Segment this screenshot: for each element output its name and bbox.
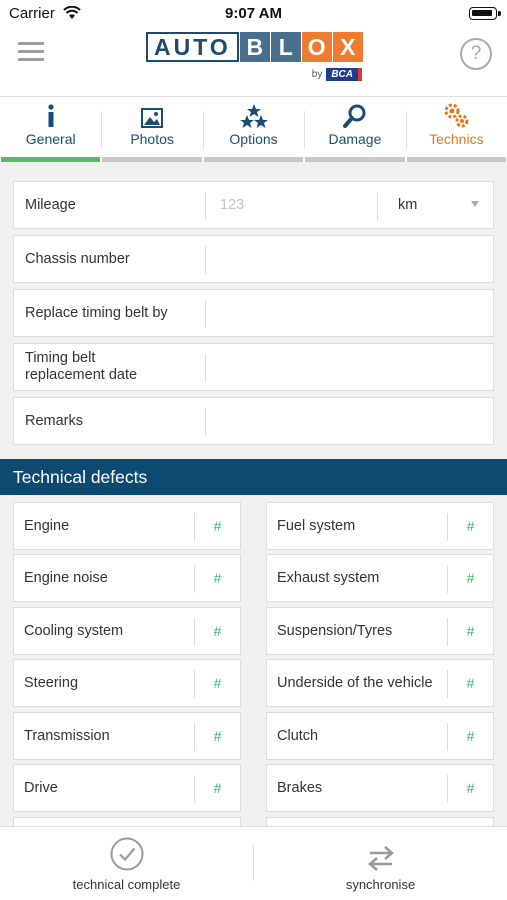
hash-icon: # bbox=[466, 570, 475, 586]
logo-letter: X bbox=[332, 32, 363, 62]
defect-label: Fuel system bbox=[277, 518, 356, 534]
defect-item-partial[interactable] bbox=[266, 817, 494, 826]
logo-word: AUTO bbox=[146, 32, 239, 62]
defect-item-partial[interactable] bbox=[13, 817, 241, 826]
logo-by-text: by bbox=[311, 69, 323, 80]
logo-letter: L bbox=[270, 32, 301, 62]
tab-damage[interactable]: Damage bbox=[304, 97, 405, 162]
help-icon[interactable]: ? bbox=[460, 38, 492, 70]
defect-label: Exhaust system bbox=[277, 570, 380, 586]
defect-item[interactable]: Brakes # bbox=[266, 764, 494, 812]
hash-icon: # bbox=[213, 675, 222, 691]
hash-icon: # bbox=[213, 623, 222, 639]
defect-label: Brakes bbox=[277, 780, 323, 796]
defect-label: Suspension/Tyres bbox=[277, 623, 393, 639]
app-header: AUTO B L O X by BCA ? bbox=[0, 30, 507, 96]
defect-item[interactable]: Clutch # bbox=[266, 712, 494, 760]
magnifier-icon bbox=[342, 104, 366, 128]
hash-icon: # bbox=[466, 675, 475, 691]
defect-item[interactable]: Cooling system # bbox=[13, 607, 241, 655]
tab-label: Damage bbox=[328, 131, 382, 147]
synchronise-label: synchronise bbox=[345, 877, 416, 892]
defect-item[interactable]: Transmission # bbox=[13, 712, 241, 760]
timing-belt-row: Replace timing belt by bbox=[13, 289, 494, 337]
battery-icon bbox=[469, 7, 501, 20]
hash-icon: # bbox=[466, 623, 475, 639]
logo-letter: O bbox=[301, 32, 332, 62]
tab-bar: General Photos Options Damage Technics bbox=[0, 96, 507, 162]
unit-select[interactable]: km bbox=[378, 182, 493, 228]
tab-label: Photos bbox=[130, 131, 174, 147]
chevron-down-icon bbox=[471, 201, 479, 207]
remarks-row: Remarks bbox=[13, 397, 494, 445]
timing-belt-input[interactable] bbox=[220, 290, 370, 336]
technics-form: Mileage 123 km Chassis number Replace ti… bbox=[0, 162, 507, 826]
bca-brand-badge: BCA bbox=[326, 68, 362, 81]
logo-letter: B bbox=[239, 32, 270, 62]
gears-icon bbox=[444, 103, 469, 128]
bottom-action-bar: technical complete synchronise bbox=[0, 826, 507, 900]
defect-item[interactable]: Fuel system # bbox=[266, 502, 494, 550]
defect-item[interactable]: Underside of the vehicle # bbox=[266, 659, 494, 707]
mileage-row: Mileage 123 km bbox=[13, 181, 494, 229]
hash-icon: # bbox=[466, 728, 475, 744]
hash-icon: # bbox=[213, 518, 222, 534]
remarks-input[interactable] bbox=[220, 398, 370, 444]
defect-item[interactable]: Engine noise # bbox=[13, 554, 241, 602]
unit-value: km bbox=[398, 197, 418, 213]
tab-general[interactable]: General bbox=[0, 97, 101, 162]
status-bar: Carrier 9:07 AM bbox=[0, 0, 507, 30]
tab-options[interactable]: Options bbox=[202, 97, 304, 162]
defect-item[interactable]: Engine # bbox=[13, 502, 241, 550]
tab-label: General bbox=[25, 131, 76, 147]
chassis-row: Chassis number bbox=[13, 235, 494, 283]
defect-label: Engine bbox=[24, 518, 70, 534]
defect-label: Transmission bbox=[24, 728, 110, 744]
defect-label: Cooling system bbox=[24, 623, 124, 639]
chassis-label: Chassis number bbox=[25, 250, 130, 267]
hash-icon: # bbox=[466, 780, 475, 796]
hash-icon: # bbox=[213, 728, 222, 744]
stars-icon bbox=[239, 104, 268, 128]
photo-icon bbox=[141, 108, 164, 128]
tab-label: Options bbox=[229, 131, 278, 147]
timing-date-row: Timing belt replacement date bbox=[13, 343, 494, 391]
technical-complete-label: technical complete bbox=[72, 877, 181, 892]
clock: 9:07 AM bbox=[225, 5, 282, 22]
defect-item[interactable]: Drive # bbox=[13, 764, 241, 812]
hash-icon: # bbox=[466, 518, 475, 534]
defect-label: Steering bbox=[24, 675, 79, 691]
tab-label: Technics bbox=[429, 131, 484, 147]
timing-belt-label: Replace timing belt by bbox=[25, 304, 168, 321]
hash-icon: # bbox=[213, 780, 222, 796]
tab-technics[interactable]: Technics bbox=[405, 97, 507, 162]
defect-label: Underside of the vehicle bbox=[277, 675, 433, 691]
mileage-label: Mileage bbox=[25, 196, 76, 213]
hamburger-menu-icon[interactable] bbox=[18, 42, 44, 62]
check-circle-icon bbox=[110, 837, 143, 871]
defect-label: Engine noise bbox=[24, 570, 108, 586]
chassis-input[interactable] bbox=[220, 236, 370, 282]
info-icon bbox=[48, 104, 54, 127]
defect-item[interactable]: Steering # bbox=[13, 659, 241, 707]
technical-complete-button[interactable]: technical complete bbox=[0, 827, 253, 900]
tab-photos[interactable]: Photos bbox=[101, 97, 202, 162]
defect-item[interactable]: Exhaust system # bbox=[266, 554, 494, 602]
defect-label: Drive bbox=[24, 780, 58, 796]
synchronise-button[interactable]: synchronise bbox=[254, 827, 507, 900]
defect-item[interactable]: Suspension/Tyres # bbox=[266, 607, 494, 655]
autoblox-logo: AUTO B L O X by BCA bbox=[146, 32, 364, 87]
remarks-label: Remarks bbox=[25, 412, 84, 429]
mileage-input[interactable]: 123 bbox=[220, 182, 370, 228]
timing-date-input[interactable] bbox=[220, 344, 370, 390]
timing-date-label: Timing belt replacement date bbox=[25, 350, 138, 383]
sync-arrows-icon bbox=[367, 846, 394, 871]
technical-defects-header: Technical defects bbox=[0, 459, 507, 495]
hash-icon: # bbox=[213, 570, 222, 586]
defect-label: Clutch bbox=[277, 728, 319, 744]
